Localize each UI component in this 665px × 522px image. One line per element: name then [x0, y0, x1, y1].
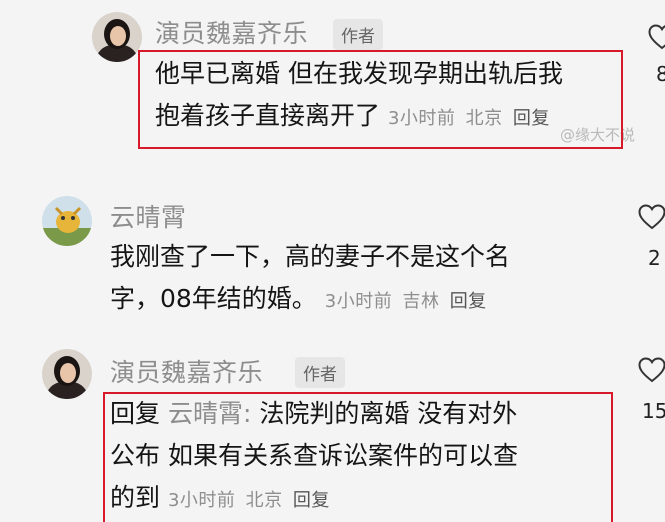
comment-time: 3小时前 — [167, 490, 236, 511]
comment-meta: 3小时前 吉林 回复 — [325, 291, 491, 312]
like-button[interactable] — [638, 204, 665, 230]
comment-line: 的到 — [110, 483, 161, 512]
comment-line: 法院判的离婚 没有对外 — [259, 399, 518, 428]
reply-button[interactable]: 回复 — [450, 291, 487, 312]
username[interactable]: 演员魏嘉齐乐 — [110, 353, 263, 389]
comment-time: 3小时前 — [387, 108, 456, 129]
comment-line: 抱着孩子直接离开了 — [155, 101, 381, 130]
reply-target-user[interactable]: 云晴霄: — [168, 399, 251, 428]
comment-line: 公布 如果有关系查诉讼案件的可以查 — [110, 441, 518, 470]
like-count: 8 — [656, 62, 665, 86]
heart-outline-icon — [638, 357, 665, 383]
avatar-image — [42, 196, 92, 246]
username[interactable]: 演员魏嘉齐乐 — [155, 14, 308, 50]
like-count: 2 — [648, 246, 661, 270]
comment-line-with-reply: 回复 云晴霄: 法院判的离婚 没有对外 — [110, 393, 590, 435]
comment-text[interactable]: 他早已离婚 但在我发现孕期出轨后我 抱着孩子直接离开了 3小时前 北京 回复 — [155, 53, 625, 140]
comment-location: 北京 — [245, 490, 283, 511]
avatar-image — [92, 12, 142, 62]
comment-line: 字，08年结的婚。 — [110, 284, 317, 313]
avatar[interactable] — [42, 196, 92, 246]
comment-1: 演员魏嘉齐乐 作者 他早已离婚 但在我发现孕期出轨后我 抱着孩子直接离开了 3小… — [0, 0, 665, 160]
reply-prefix: 回复 — [110, 399, 161, 428]
author-badge: 作者 — [295, 357, 345, 388]
comment-line-with-meta: 抱着孩子直接离开了 3小时前 北京 回复 — [155, 95, 625, 140]
heart-outline-icon — [648, 24, 665, 50]
comment-meta: 3小时前 北京 回复 — [388, 108, 554, 129]
reply-button[interactable]: 回复 — [513, 108, 550, 129]
comment-line-with-meta: 的到 3小时前 北京 回复 — [110, 477, 590, 522]
comment-location: 吉林 — [402, 291, 440, 312]
watermark: @缘大不说 — [560, 126, 636, 144]
author-badge: 作者 — [333, 19, 383, 50]
like-count: 15 — [642, 399, 665, 423]
comment-3: 演员魏嘉齐乐 作者 回复 云晴霄: 法院判的离婚 没有对外 公布 如果有关系查诉… — [0, 345, 665, 520]
comment-line-with-meta: 字，08年结的婚。 3小时前 吉林 回复 — [110, 278, 600, 323]
username[interactable]: 云晴霄 — [110, 198, 187, 234]
reply-button[interactable]: 回复 — [293, 490, 330, 511]
like-button[interactable] — [648, 24, 665, 50]
avatar-image — [42, 349, 92, 399]
comment-location: 北京 — [465, 108, 503, 129]
avatar[interactable] — [92, 12, 142, 62]
avatar[interactable] — [42, 349, 92, 399]
comment-meta: 3小时前 北京 回复 — [168, 490, 334, 511]
comment-time: 3小时前 — [324, 291, 393, 312]
comment-2: 云晴霄 我刚查了一下，高的妻子不是这个名 字，08年结的婚。 3小时前 吉林 回… — [0, 190, 665, 340]
like-button[interactable] — [638, 357, 665, 383]
comment-line: 我刚查了一下，高的妻子不是这个名 — [110, 242, 511, 271]
comment-text[interactable]: 我刚查了一下，高的妻子不是这个名 字，08年结的婚。 3小时前 吉林 回复 — [110, 236, 600, 323]
comment-line: 他早已离婚 但在我发现孕期出轨后我 — [155, 59, 563, 88]
heart-outline-icon — [638, 204, 665, 230]
comment-text[interactable]: 回复 云晴霄: 法院判的离婚 没有对外 公布 如果有关系查诉讼案件的可以查 的到… — [110, 393, 590, 522]
